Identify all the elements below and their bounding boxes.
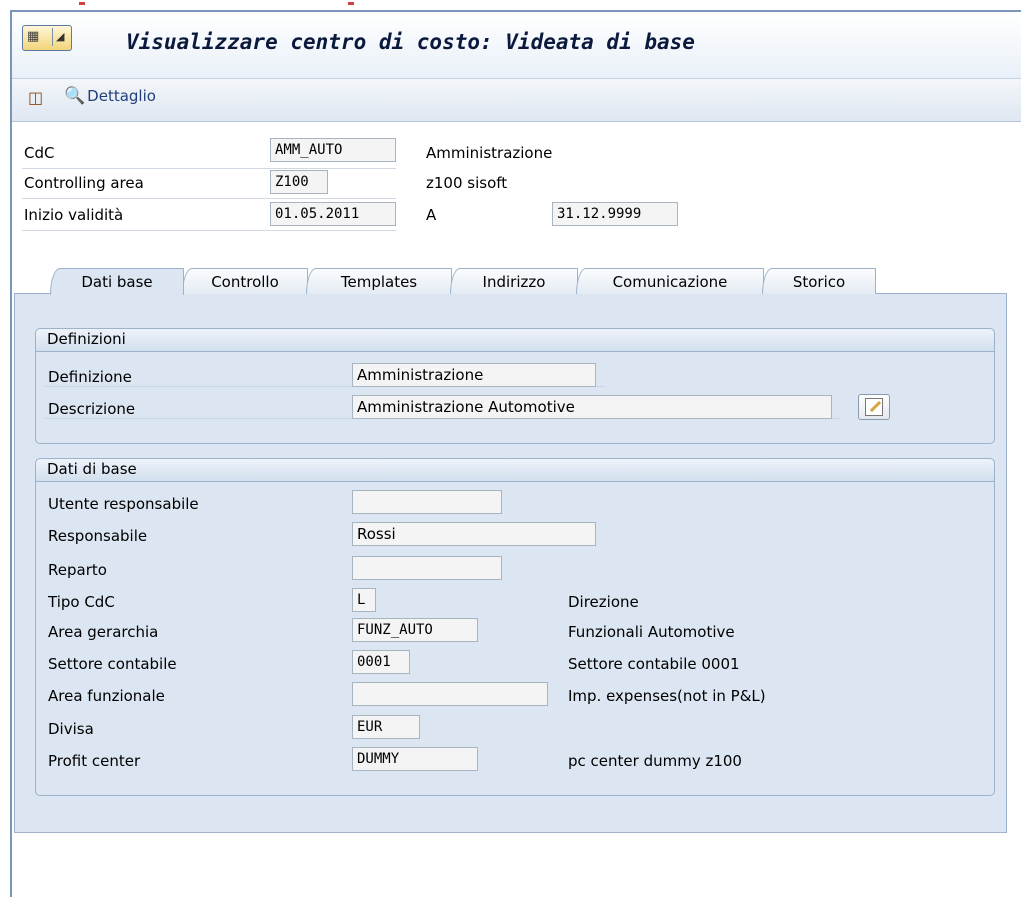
valid-from-label: Inizio validità [24, 206, 124, 224]
tipo-cdc-description: Direzione [568, 593, 639, 611]
divisa-field[interactable]: EUR [352, 715, 420, 739]
responsabile-field[interactable]: Rossi [352, 522, 596, 546]
dropdown-arrow-icon: ◢ [56, 30, 65, 43]
edit-pencil-icon [865, 398, 883, 416]
area-funzionale-label: Area funzionale [48, 687, 165, 705]
profit-center-label: Profit center [48, 752, 141, 770]
cdc-label: CdC [24, 144, 55, 162]
system-menu-button[interactable]: ▦ ◢ [22, 25, 72, 51]
reparto-label: Reparto [48, 561, 107, 579]
dati-di-base-title: Dati di base [47, 460, 137, 478]
detail-button[interactable]: 🔍 Dettaglio [64, 86, 156, 106]
tab-controllo[interactable]: Controllo [182, 268, 308, 294]
valid-to-label: A [426, 206, 437, 224]
utente-responsabile-label: Utente responsabile [48, 495, 199, 513]
tipo-cdc-label: Tipo CdC [48, 593, 115, 611]
valid-to-field[interactable]: 31.12.9999 [552, 202, 678, 226]
reparto-field[interactable] [352, 556, 502, 580]
detail-magnifier-icon: 🔍 [64, 86, 86, 106]
tipo-cdc-field[interactable]: L [352, 588, 376, 612]
application-toolbar [12, 79, 1021, 122]
definizioni-title: Definizioni [47, 330, 126, 348]
descrizione-field[interactable]: Amministrazione Automotive [352, 395, 832, 419]
settore-contabile-field[interactable]: 0001 [352, 650, 410, 674]
utente-responsabile-field[interactable] [352, 490, 502, 514]
window-top-edge [0, 0, 1021, 8]
tab-comunicazione[interactable]: Comunicazione [576, 268, 764, 294]
divisa-label: Divisa [48, 720, 94, 738]
settore-contabile-label: Settore contabile [48, 655, 177, 673]
definizione-field[interactable]: Amministrazione [352, 363, 596, 387]
tab-indirizzo[interactable]: Indirizzo [450, 268, 578, 294]
area-funzionale-description: Imp. expenses(not in P&L) [568, 687, 766, 705]
sap-menu-icon: ▦ [27, 29, 40, 44]
definizione-label: Definizione [48, 368, 132, 386]
settore-contabile-description: Settore contabile 0001 [568, 655, 740, 673]
page-title: Visualizzare centro di costo: Videata di… [126, 30, 695, 54]
detail-button-label: Dettaglio [87, 87, 156, 105]
other-object-icon[interactable]: ◫ [28, 88, 43, 107]
profit-center-field[interactable]: DUMMY [352, 747, 478, 771]
cdc-field[interactable]: AMM_AUTO [270, 138, 396, 162]
profit-center-description: pc center dummy z100 [568, 752, 742, 770]
tab-templates[interactable]: Templates [306, 268, 452, 294]
controlling-area-label: Controlling area [24, 174, 144, 192]
tab-dati-base[interactable]: Dati base [50, 268, 184, 295]
area-funzionale-field[interactable] [352, 682, 548, 706]
tab-storico[interactable]: Storico [762, 268, 876, 294]
controlling-area-description: z100 sisoft [426, 174, 508, 192]
area-gerarchia-description: Funzionali Automotive [568, 623, 735, 641]
controlling-area-field[interactable]: Z100 [270, 170, 328, 194]
descrizione-label: Descrizione [48, 400, 136, 418]
edit-text-button[interactable] [858, 394, 890, 420]
area-gerarchia-field[interactable]: FUNZ_AUTO [352, 618, 478, 642]
area-gerarchia-label: Area gerarchia [48, 623, 159, 641]
responsabile-label: Responsabile [48, 527, 148, 545]
valid-from-field[interactable]: 01.05.2011 [270, 202, 396, 226]
cdc-description: Amministrazione [426, 144, 553, 162]
